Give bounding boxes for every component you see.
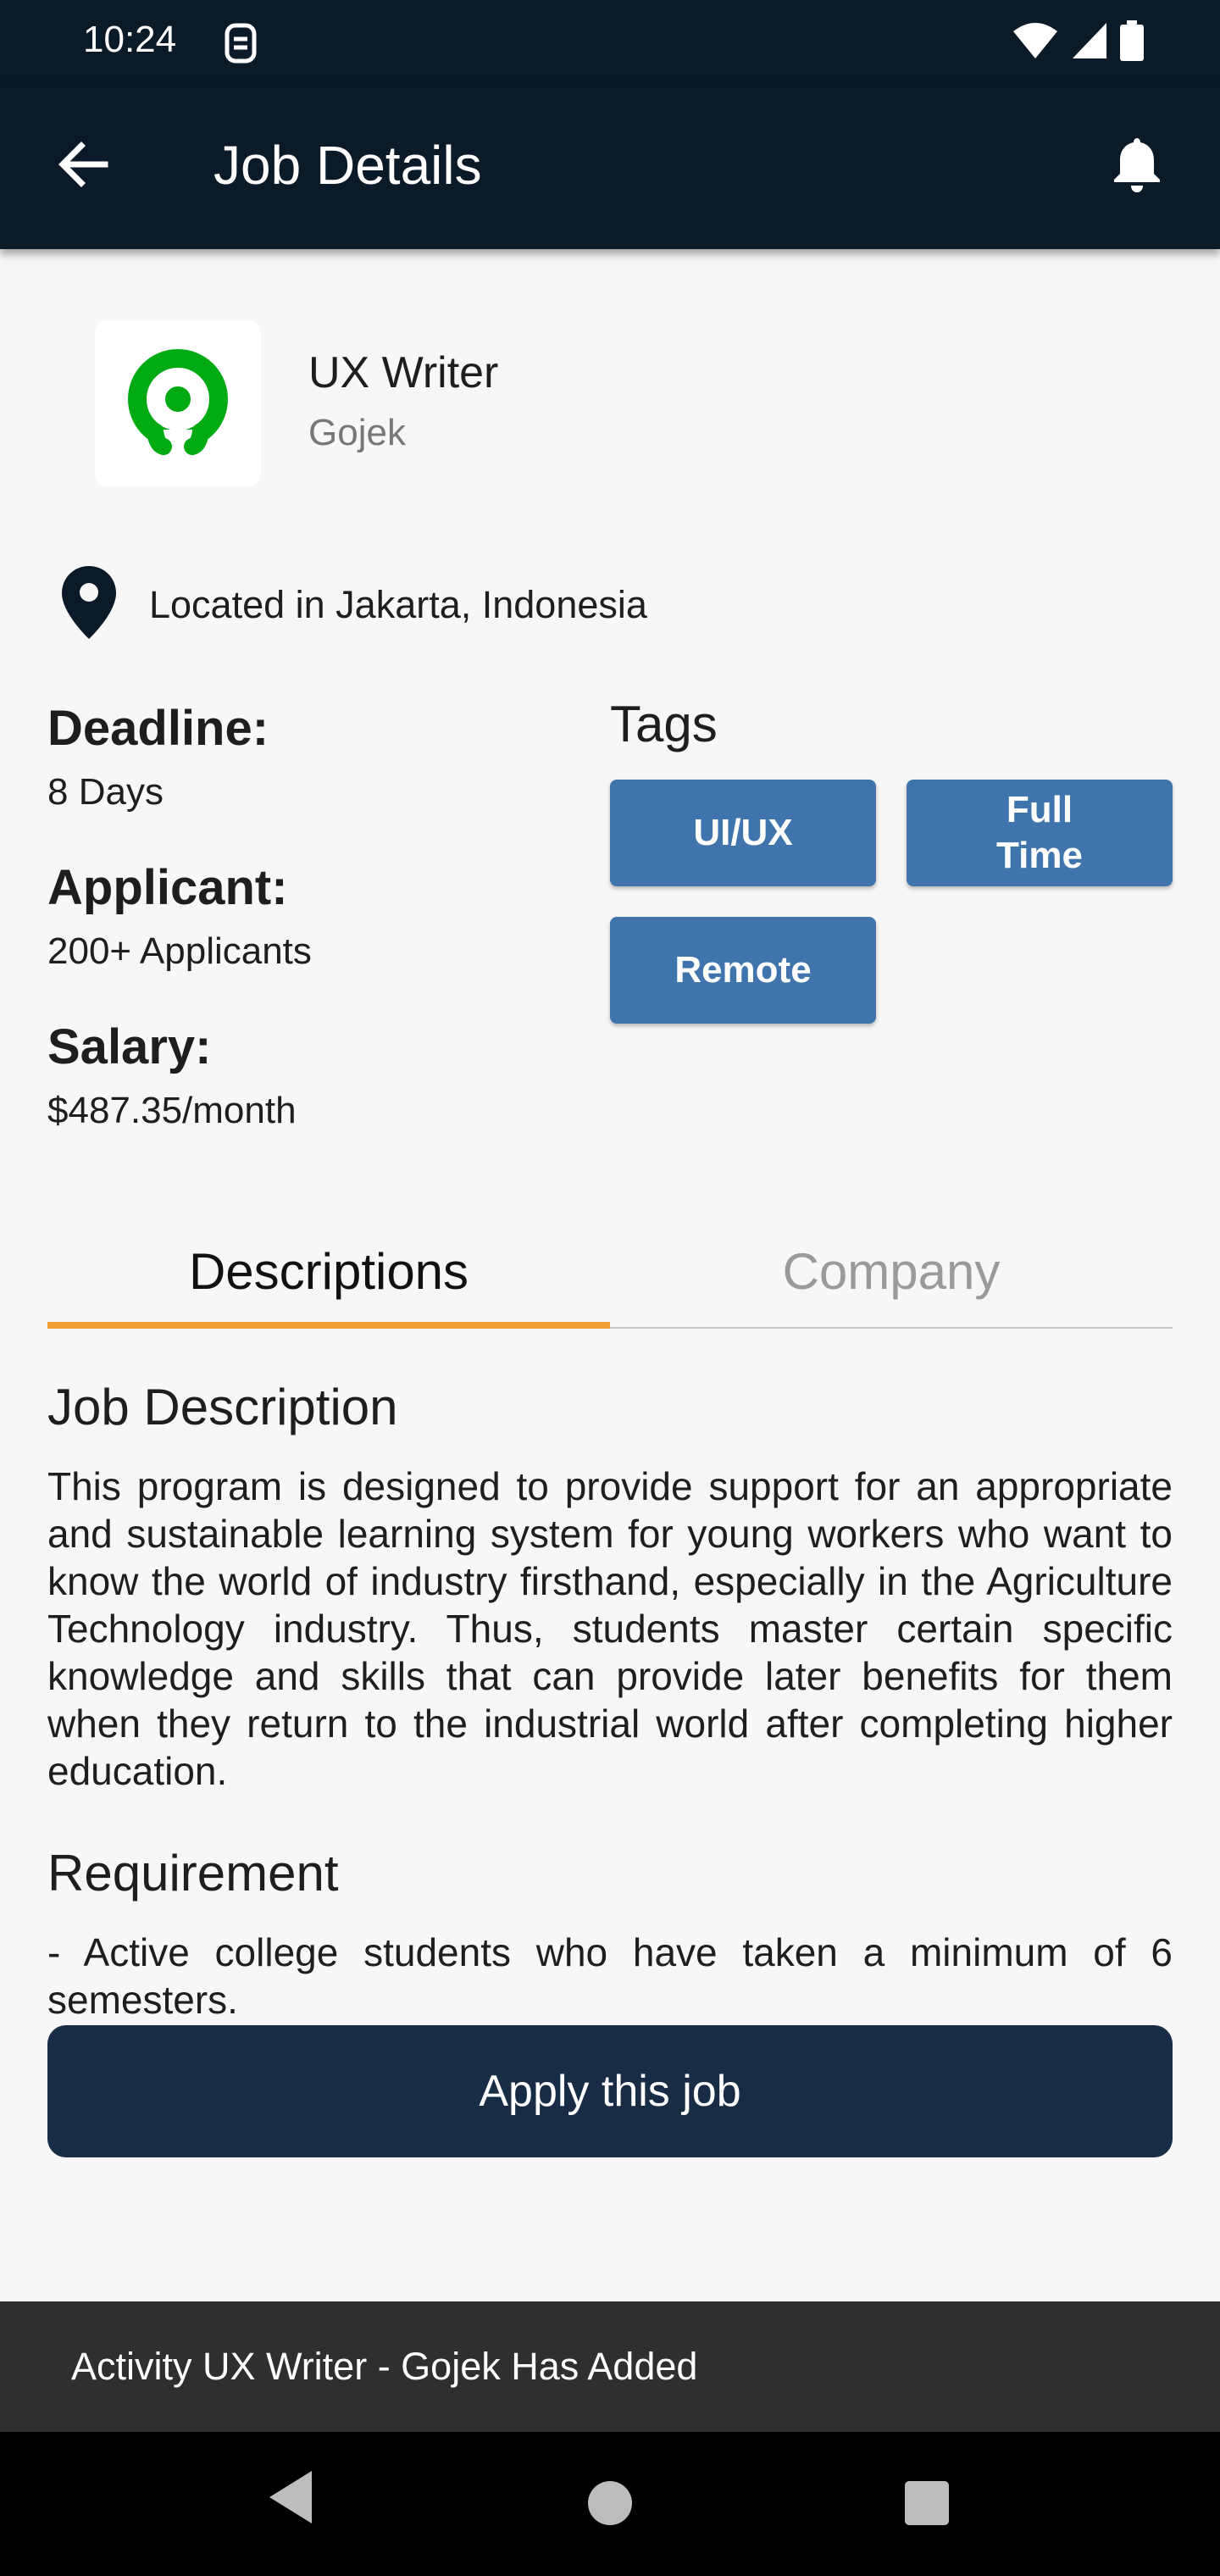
salary-value: $487.35/month — [47, 1090, 297, 1131]
nav-back-icon[interactable] — [266, 2468, 313, 2531]
tag-full-time[interactable]: Full Time — [907, 780, 1173, 886]
tab-company[interactable]: Company — [610, 1212, 1173, 1330]
tag-remote[interactable]: Remote — [610, 917, 876, 1024]
deadline-value: 8 Days — [47, 771, 164, 813]
requirement-text: - Active college students who have taken… — [47, 1930, 1173, 2022]
status-icons — [1012, 20, 1144, 65]
applicant-value: 200+ Applicants — [47, 930, 312, 972]
back-button[interactable] — [42, 129, 124, 203]
requirement-title: Requirement — [47, 1845, 339, 1901]
gojek-logo — [123, 347, 233, 461]
status-time: 10:24 — [83, 19, 177, 60]
deadline-label: Deadline: — [47, 701, 269, 756]
tag-ui-ux[interactable]: UI/UX — [610, 780, 876, 886]
tab-descriptions[interactable]: Descriptions — [47, 1212, 610, 1330]
system-nav-bar — [0, 2432, 1220, 2576]
company-name: Gojek — [308, 412, 406, 453]
back-arrow-icon — [58, 141, 108, 192]
bell-icon — [1112, 135, 1162, 198]
status-bar: 10:24 — [0, 0, 1220, 83]
wifi-icon — [1012, 21, 1059, 64]
location-row: Located in Jakarta, Indonesia — [59, 564, 647, 645]
page-title: Job Details — [214, 135, 482, 196]
battery-icon — [1120, 20, 1144, 65]
location-pin-icon — [59, 564, 119, 645]
applicant-label: Applicant: — [47, 860, 288, 915]
notifications-button[interactable] — [1096, 129, 1178, 203]
nav-home-icon[interactable] — [588, 2481, 632, 2525]
salary-label: Salary: — [47, 1019, 212, 1074]
job-description-title: Job Description — [47, 1379, 398, 1435]
signal-icon — [1071, 21, 1108, 64]
company-logo — [95, 320, 261, 486]
tab-indicator — [47, 1322, 610, 1329]
apply-job-button[interactable]: Apply this job — [47, 2025, 1173, 2157]
snackbar: Activity UX Writer - Gojek Has Added — [0, 2301, 1220, 2432]
app-bar: Job Details — [0, 83, 1220, 249]
job-title: UX Writer — [308, 348, 499, 397]
job-description-text: This program is designed to provide supp… — [47, 1464, 1173, 1793]
location-text: Located in Jakarta, Indonesia — [149, 582, 647, 626]
snackbar-message: Activity UX Writer - Gojek Has Added — [71, 2345, 698, 2388]
nav-recents-icon[interactable] — [905, 2481, 949, 2525]
notification-app-icon — [222, 22, 259, 64]
tags-title: Tags — [610, 696, 718, 752]
